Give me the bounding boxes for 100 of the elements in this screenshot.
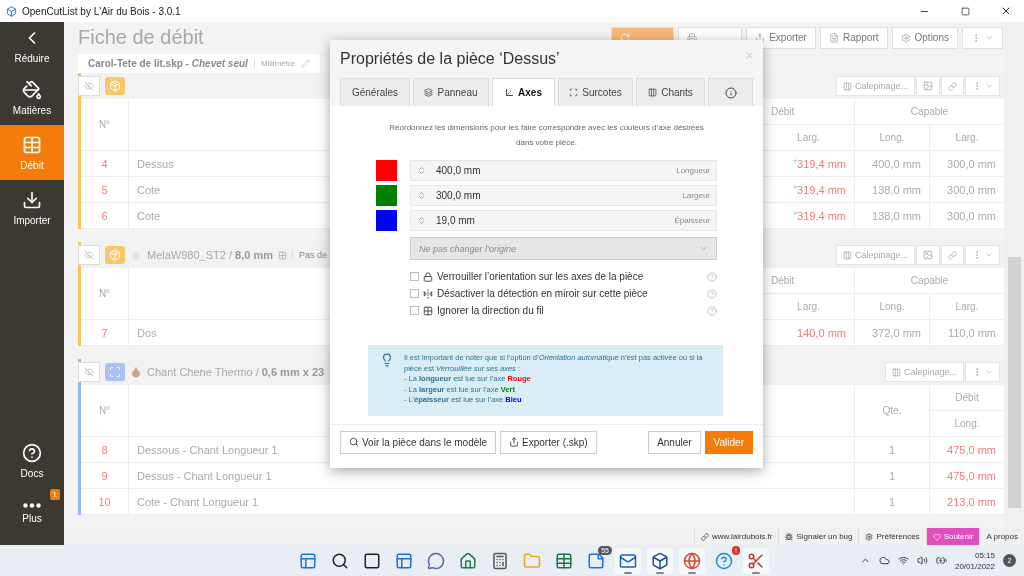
tab[interactable]: Chants bbox=[636, 78, 705, 106]
windows-icon bbox=[299, 551, 317, 570]
chat-icon bbox=[427, 551, 445, 570]
row-number: 7 bbox=[81, 320, 129, 346]
tab[interactable] bbox=[708, 78, 753, 106]
app-logo-icon bbox=[6, 5, 17, 17]
table-cell: 138,0 mm bbox=[855, 177, 930, 203]
caret-icon bbox=[985, 82, 993, 90]
axes-icon bbox=[505, 88, 515, 97]
checkbox[interactable] bbox=[410, 306, 419, 315]
column-header: N° bbox=[81, 268, 129, 320]
sidebar-item[interactable]: Docs bbox=[0, 435, 64, 487]
dimension-field[interactable]: 19,0 mm Épaisseur bbox=[410, 210, 717, 231]
visibility-button[interactable] bbox=[78, 362, 100, 382]
help-icon[interactable] bbox=[707, 271, 717, 282]
drag-handle-icon bbox=[417, 166, 426, 175]
lock-icon bbox=[423, 271, 433, 282]
row-number: 5 bbox=[81, 177, 129, 203]
menu-button[interactable] bbox=[965, 245, 1000, 265]
export-button[interactable]: Exporter (.skp) bbox=[500, 430, 597, 454]
cloud-icon[interactable] bbox=[878, 555, 890, 566]
link-button[interactable] bbox=[941, 76, 964, 96]
report-button[interactable]: Rapport bbox=[819, 26, 888, 49]
speaker-icon[interactable] bbox=[916, 555, 928, 566]
visibility-button[interactable] bbox=[78, 245, 100, 265]
frame-icon bbox=[569, 88, 579, 97]
row-number: 10 bbox=[81, 489, 129, 515]
table-cell: 400,0 mm bbox=[855, 151, 930, 177]
show-in-model-button[interactable]: Voir la pièce dans le modèle bbox=[340, 430, 497, 454]
menu-button[interactable] bbox=[962, 26, 1003, 49]
file-tab[interactable]: Carol-Tete de lit.skp - Chevet seul Millimètre bbox=[78, 53, 321, 73]
table-cell: 319,4 mm bbox=[797, 157, 846, 170]
visibility-button[interactable] bbox=[78, 76, 100, 96]
image-button[interactable] bbox=[916, 76, 940, 96]
close-icon[interactable] bbox=[1000, 5, 1012, 17]
clock[interactable]: 05:15 20/01/2022 bbox=[954, 549, 995, 572]
dimension-value: 400,0 mm bbox=[436, 165, 481, 176]
tab[interactable]: Générales bbox=[340, 78, 410, 106]
unit-label: Millimètre bbox=[253, 58, 296, 68]
export-button[interactable]: Exporter bbox=[746, 26, 816, 49]
row-number: 4 bbox=[81, 151, 129, 177]
tab[interactable]: Panneau bbox=[413, 78, 489, 106]
table-icon bbox=[22, 134, 42, 155]
folder-icon bbox=[523, 551, 541, 570]
row-number: 9 bbox=[81, 463, 129, 489]
maximize-icon[interactable] bbox=[960, 6, 970, 16]
download-icon bbox=[22, 189, 42, 210]
taskbar-app[interactable] bbox=[647, 547, 673, 574]
option-label: Verrouiller l’orientation sur les axes de la pièce bbox=[437, 271, 644, 282]
help-icon[interactable] bbox=[707, 288, 717, 299]
cancel-button[interactable]: Annuler bbox=[648, 430, 701, 454]
ellipsis-icon bbox=[23, 502, 41, 508]
window-title: OpenCutList by L'Air du Bois - 3.0.1 bbox=[22, 5, 182, 17]
export-icon bbox=[755, 32, 766, 43]
info-icon bbox=[724, 86, 737, 99]
document-icon bbox=[828, 32, 839, 43]
help-icon[interactable] bbox=[707, 305, 717, 316]
drag-handle-icon bbox=[417, 216, 426, 225]
checkbox[interactable] bbox=[410, 272, 419, 281]
settings-icon bbox=[900, 32, 911, 43]
part-name: Cote - Chant Longueur 1 bbox=[129, 489, 855, 515]
link-icon bbox=[700, 532, 709, 541]
sidebar-item[interactable]: Matières bbox=[0, 70, 64, 125]
dimension-value: 19,0 mm bbox=[436, 215, 475, 226]
sidebar-item[interactable]: Plus 1 bbox=[0, 487, 64, 539]
drag-handle-icon bbox=[417, 191, 426, 200]
dialog-title: Propriétés de la pièce ‘Dessus’ bbox=[340, 50, 560, 68]
sidebar-item[interactable]: Réduire bbox=[0, 22, 64, 70]
columns-icon bbox=[891, 367, 901, 377]
dimension-field[interactable]: 300,0 mm Largeur bbox=[410, 185, 717, 206]
spreadsheet-icon bbox=[555, 551, 573, 570]
battery-icon[interactable] bbox=[935, 555, 947, 566]
eye-off-icon bbox=[84, 367, 94, 377]
asterisk-mark: * bbox=[793, 210, 798, 221]
search-icon bbox=[331, 551, 349, 570]
table-cell: 1 bbox=[855, 463, 930, 489]
tab[interactable]: Axes bbox=[492, 78, 555, 106]
tab[interactable]: Surcotes bbox=[558, 78, 633, 106]
cube-icon bbox=[651, 551, 669, 570]
options-button[interactable]: Options bbox=[891, 26, 958, 49]
table-cell: 319,4 mm bbox=[797, 183, 846, 196]
table-cell: 319,4 mm bbox=[797, 209, 846, 222]
link-button[interactable] bbox=[941, 245, 964, 265]
grain-label: Pas de bbox=[291, 250, 327, 260]
dimension-field[interactable]: 400,0 mm Longueur bbox=[410, 160, 717, 181]
sidebar-item[interactable]: Importer bbox=[0, 180, 64, 235]
menu-button[interactable] bbox=[965, 76, 1000, 96]
asterisk-mark: * bbox=[793, 184, 798, 195]
table-cell: 140,0 mm bbox=[797, 326, 846, 339]
image-button[interactable] bbox=[916, 245, 940, 265]
checkbox[interactable] bbox=[410, 289, 419, 298]
row-number: 6 bbox=[81, 203, 129, 229]
search-icon bbox=[349, 437, 359, 447]
menu-button[interactable] bbox=[965, 362, 1000, 382]
option-label: Ignorer la direction du fil bbox=[437, 305, 544, 316]
columns-icon bbox=[842, 250, 852, 260]
wifi-icon[interactable] bbox=[897, 555, 909, 566]
eye-off-icon bbox=[84, 250, 94, 260]
dimension-label: Épaisseur bbox=[674, 216, 710, 225]
material-name: MelaW980_ST2 / 8,0 mm bbox=[147, 249, 273, 261]
